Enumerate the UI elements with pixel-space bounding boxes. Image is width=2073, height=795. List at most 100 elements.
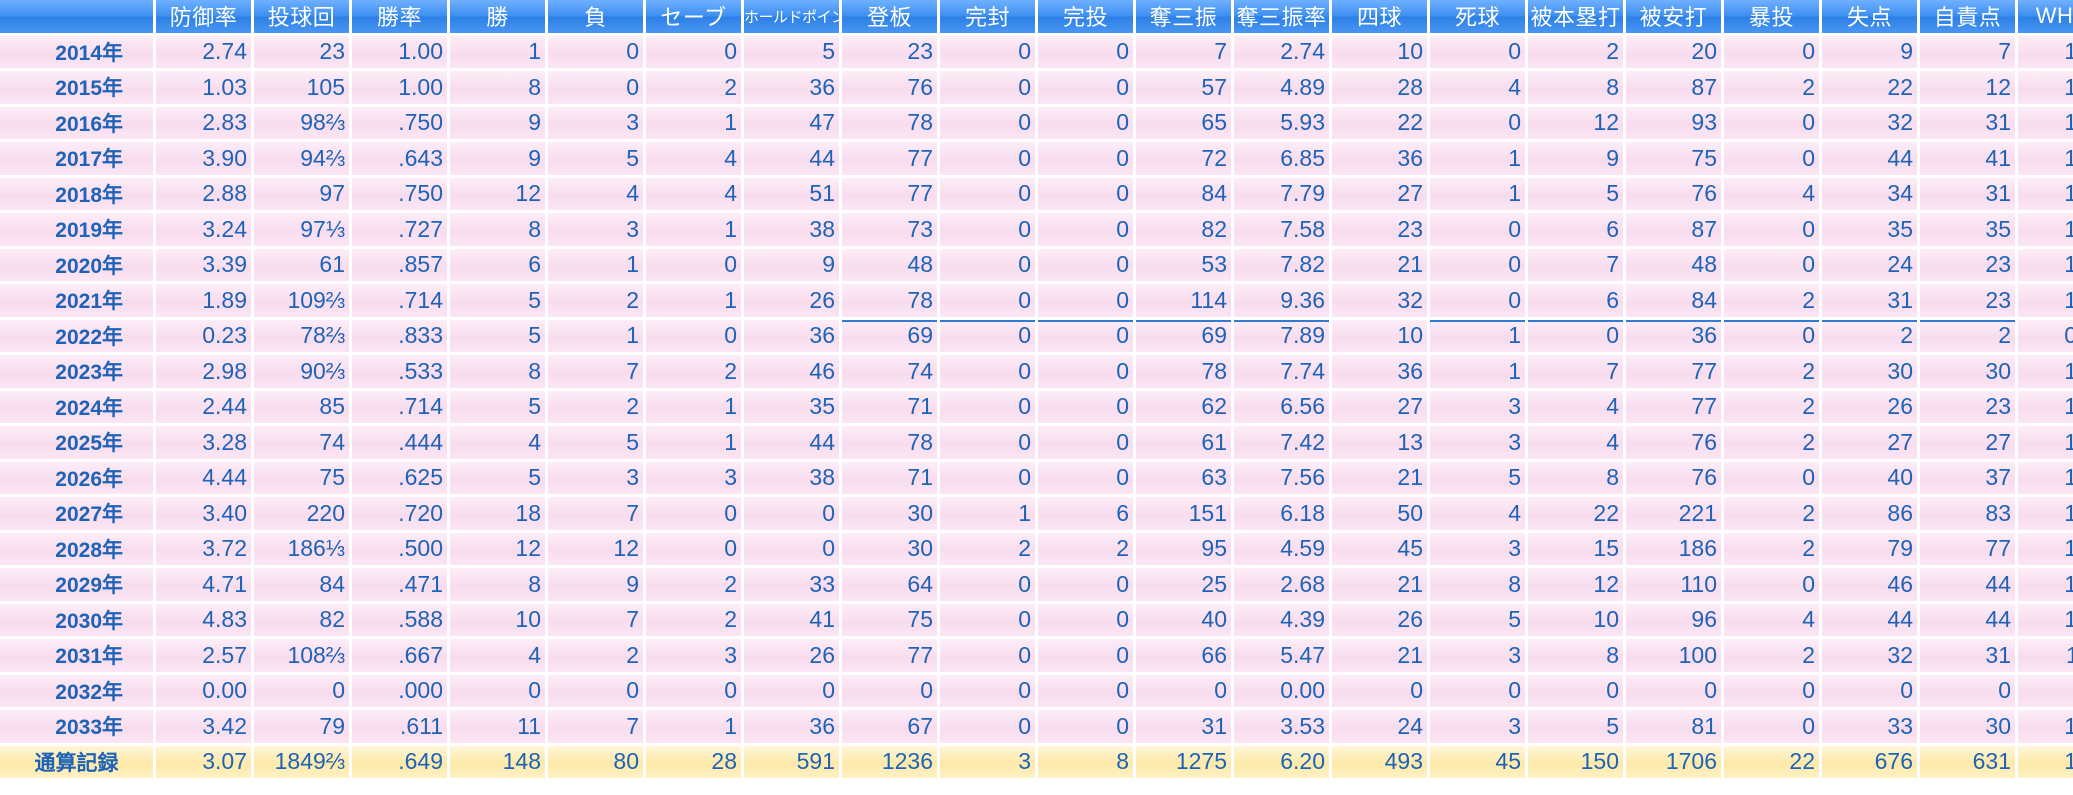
stat-cell: 0: [1038, 319, 1133, 352]
stat-cell: 0.00: [1234, 674, 1329, 707]
stat-cell: .611: [352, 710, 447, 743]
stat-cell: 7: [1136, 35, 1231, 68]
stat-cell: 1.30: [2018, 35, 2073, 68]
stat-cell: 21: [1332, 248, 1427, 281]
stat-cell: 108⅔: [254, 639, 349, 672]
stat-cell: 47: [744, 106, 839, 139]
stat-cell: 2: [1724, 532, 1819, 565]
season-row: 2031年 2.57 108⅔ .667 4 2 3 26 77 0 0 66 5.47 21 3 8 100 2…: [0, 639, 2073, 672]
stat-cell: 3.42: [156, 710, 251, 743]
stat-cell: 0: [646, 674, 741, 707]
stat-cell: 32: [1822, 639, 1917, 672]
stat-cell: 84: [254, 568, 349, 601]
stat-cell: 1: [646, 284, 741, 317]
stat-cell: 82: [1136, 213, 1231, 246]
stat-cell: 0: [1038, 35, 1133, 68]
stat-cell: 48: [842, 248, 937, 281]
stat-cell: 45: [1332, 532, 1427, 565]
stat-cell: 0: [646, 248, 741, 281]
total-row: 通算記録 3.07 1849⅔ .649 148 80 28 591 1236 3 8 1275 6.2…: [0, 745, 2073, 778]
stat-cell: 12: [450, 532, 545, 565]
stat-cell: 0: [1430, 106, 1525, 139]
stat-cell: 22: [1332, 106, 1427, 139]
season-year: 2014年: [0, 35, 153, 68]
stat-cell: 0: [940, 639, 1035, 672]
stat-cell: 1849⅔: [254, 745, 349, 778]
stat-cell: 82: [254, 603, 349, 636]
stat-cell: 20: [1626, 35, 1721, 68]
stat-cell: 1.48: [2018, 603, 2073, 636]
stat-cell: 22: [1528, 497, 1623, 530]
stat-cell: 0: [254, 674, 349, 707]
stat-cell: 0: [1626, 674, 1721, 707]
stat-cell: 0: [548, 674, 643, 707]
stat-cell: 5.93: [1234, 106, 1329, 139]
stat-cell: 220: [254, 497, 349, 530]
season-row: 2021年 1.89 109⅔ .714 5 2 1 26 78 0 0 114 9.36 32 0 6 84 2…: [0, 284, 2073, 317]
stat-cell: 4: [1724, 177, 1819, 210]
stat-cell: 62: [1136, 390, 1231, 423]
stat-cell: 98⅔: [254, 106, 349, 139]
stat-cell: 37: [1920, 461, 2015, 494]
stat-cell: 1.00: [352, 71, 447, 104]
stat-cell: 72: [1136, 142, 1231, 175]
header-row: 防御率 投球回 勝率 勝 負 セーブ ホールドポイント 登板 完封 完投 奪三振…: [0, 0, 2073, 33]
stat-cell: 9: [548, 568, 643, 601]
stat-cell: .000: [352, 674, 447, 707]
header-cell: ホールドポイント: [744, 0, 839, 33]
stat-cell: 31: [1920, 177, 2015, 210]
stat-cell: .714: [352, 390, 447, 423]
stat-cell: 12: [1920, 71, 2015, 104]
header-cell: 完封: [940, 0, 1035, 33]
stat-cell: 1.89: [156, 284, 251, 317]
season-row: 2033年 3.42 79.611 11 7 1 36 67 0 0 31 3.53 24 3 5 81 0 33…: [0, 710, 2073, 743]
stat-cell: 8: [1528, 71, 1623, 104]
stat-cell: 1.22: [2018, 390, 2073, 423]
stat-cell: 26: [744, 639, 839, 672]
stat-cell: 30: [1920, 355, 2015, 388]
stat-cell: 2: [1724, 639, 1819, 672]
stat-cell: 31: [1920, 639, 2015, 672]
stat-cell: 2: [646, 71, 741, 104]
header-cell: 被安打: [1626, 0, 1721, 33]
stat-cell: 75: [254, 461, 349, 494]
stat-cell: 0: [940, 177, 1035, 210]
stat-cell: 8: [450, 355, 545, 388]
stat-cell: 3.24: [156, 213, 251, 246]
header-cell: 勝率: [352, 0, 447, 33]
stat-cell: 75: [1626, 142, 1721, 175]
stat-cell: 30: [842, 532, 937, 565]
stat-cell: 10: [450, 603, 545, 636]
stat-cell: 26: [1822, 390, 1917, 423]
season-year: 2016年: [0, 106, 153, 139]
stat-cell: 0: [1724, 248, 1819, 281]
stat-cell: 23: [842, 35, 937, 68]
stat-cell: 0: [1920, 674, 2015, 707]
stat-cell: 27: [1332, 177, 1427, 210]
stat-cell: 0: [1528, 674, 1623, 707]
season-row: 2029年 4.71 84.471 8 9 2 33 64 0 0 25 2.68 21 8 12 110 0 4…: [0, 568, 2073, 601]
stat-cell: 1.23: [2018, 497, 2073, 530]
season-year: 2027年: [0, 497, 153, 530]
stat-cell: 7: [1528, 355, 1623, 388]
header-cell: 投球回: [254, 0, 349, 33]
header-cell: 暴投: [1724, 0, 1819, 33]
header-corner: [0, 0, 153, 33]
stat-cell: 76: [1626, 177, 1721, 210]
stat-cell: .667: [352, 639, 447, 672]
stat-cell: 3: [548, 106, 643, 139]
stat-cell: 0: [1038, 674, 1133, 707]
stat-cell: 0: [548, 71, 643, 104]
stat-cell: 31: [1136, 710, 1231, 743]
stat-cell: 80: [548, 745, 643, 778]
stat-cell: 78: [842, 284, 937, 317]
header-cell: 被本塁打: [1528, 0, 1623, 33]
season-year: 2023年: [0, 355, 153, 388]
stat-cell: 1.11: [2018, 639, 2073, 672]
stat-cell: 2: [1724, 497, 1819, 530]
stat-cell: 10: [1528, 603, 1623, 636]
stat-cell: 3: [548, 461, 643, 494]
stat-cell: 0: [1724, 568, 1819, 601]
stat-cell: 1.09: [2018, 71, 2073, 104]
stat-cell: 32: [1822, 106, 1917, 139]
